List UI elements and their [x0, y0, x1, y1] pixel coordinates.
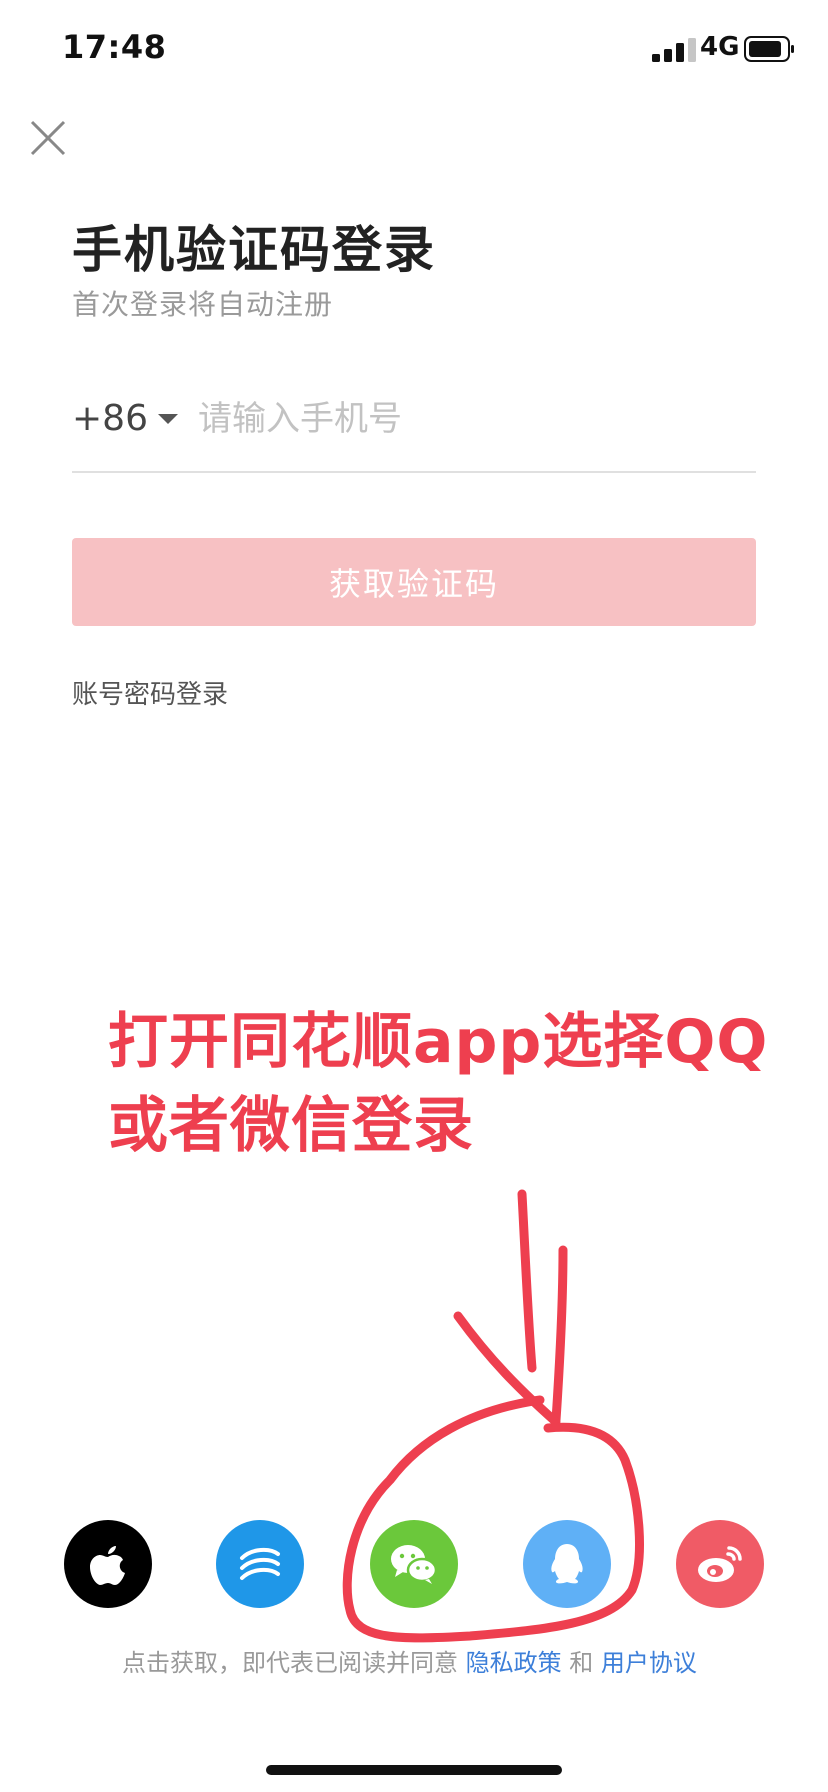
- page-subtitle: 首次登录将自动注册: [72, 288, 334, 321]
- chevron-down-icon: [157, 413, 178, 424]
- apple-login-button[interactable]: [64, 1520, 152, 1608]
- home-indicator[interactable]: [266, 1765, 562, 1775]
- privacy-policy-link[interactable]: 隐私政策: [466, 1649, 562, 1677]
- signal-icon: [652, 38, 696, 62]
- country-code-label: +86: [72, 398, 148, 439]
- wechat-icon: [391, 1545, 438, 1584]
- agreement-text: 点击获取，即代表已阅读并同意 隐私政策 和 用户协议: [122, 1643, 697, 1678]
- network-label: 4G: [700, 32, 740, 62]
- china-mobile-icon: [240, 1547, 280, 1580]
- annotation-line-2: 或者微信登录: [108, 1091, 474, 1161]
- page-title: 手机验证码登录: [72, 221, 436, 279]
- wechat-login-button[interactable]: [370, 1520, 458, 1608]
- agreement-and: 和: [569, 1649, 594, 1677]
- input-divider: [72, 471, 756, 473]
- china-mobile-login-button[interactable]: [216, 1520, 304, 1608]
- close-icon[interactable]: [28, 118, 68, 158]
- weibo-icon: [698, 1546, 742, 1582]
- apple-icon: [90, 1546, 125, 1585]
- password-login-link[interactable]: 账号密码登录: [72, 674, 228, 711]
- get-code-button[interactable]: 获取验证码: [72, 538, 756, 626]
- qq-login-button[interactable]: [523, 1520, 611, 1608]
- country-code-selector[interactable]: +86: [72, 398, 178, 439]
- annotation-text: 打开同花顺app选择QQ 或者微信登录: [108, 1000, 768, 1168]
- annotation-line-1: 打开同花顺app选择QQ: [108, 1007, 769, 1077]
- phone-input[interactable]: [198, 388, 758, 450]
- status-time: 17:48: [62, 28, 167, 66]
- agreement-prefix: 点击获取，即代表已阅读并同意: [122, 1649, 458, 1677]
- weibo-login-button[interactable]: [676, 1520, 764, 1608]
- qq-icon: [551, 1544, 583, 1584]
- battery-icon: [744, 36, 794, 62]
- user-agreement-link[interactable]: 用户协议: [601, 1649, 697, 1677]
